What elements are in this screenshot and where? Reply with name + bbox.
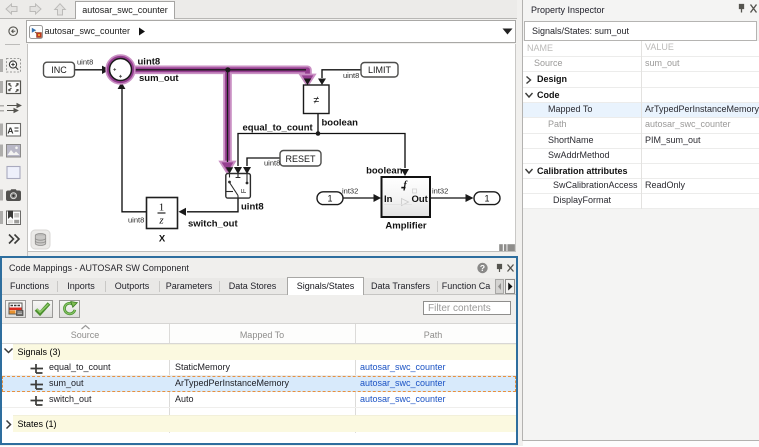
svg-text:X: X	[159, 234, 166, 245]
svg-text:LIMIT: LIMIT	[368, 65, 392, 75]
svg-text:sum_out: sum_out	[139, 73, 179, 84]
svg-text:uint8: uint8	[77, 58, 93, 67]
svg-text:≠: ≠	[313, 95, 319, 107]
svg-text:F: F	[239, 188, 248, 193]
svg-text:z: z	[158, 215, 164, 227]
svg-text:RESET: RESET	[285, 154, 316, 164]
svg-text:int32: int32	[342, 187, 358, 196]
svg-text:1: 1	[159, 202, 165, 214]
svg-text:1: 1	[484, 193, 489, 203]
svg-text:Out: Out	[411, 194, 428, 205]
svg-text:1: 1	[327, 193, 332, 203]
svg-text:uint8: uint8	[138, 57, 161, 68]
svg-text:boolean: boolean	[322, 118, 359, 129]
svg-text:A: A	[7, 126, 13, 136]
svg-text:int32: int32	[432, 187, 448, 196]
svg-text:equal_to_count: equal_to_count	[243, 123, 314, 134]
svg-text:uint8: uint8	[128, 216, 144, 225]
svg-text:INC: INC	[51, 65, 67, 75]
svg-text:uint8: uint8	[241, 202, 264, 213]
svg-text:boolean: boolean	[366, 166, 403, 177]
svg-text:Amplifier: Amplifier	[385, 221, 426, 232]
svg-text:uint8: uint8	[343, 71, 359, 80]
svg-text:?: ?	[480, 263, 485, 273]
svg-text:In: In	[384, 194, 393, 205]
svg-text:uint8: uint8	[264, 159, 280, 168]
svg-text:switch_out: switch_out	[188, 219, 238, 230]
